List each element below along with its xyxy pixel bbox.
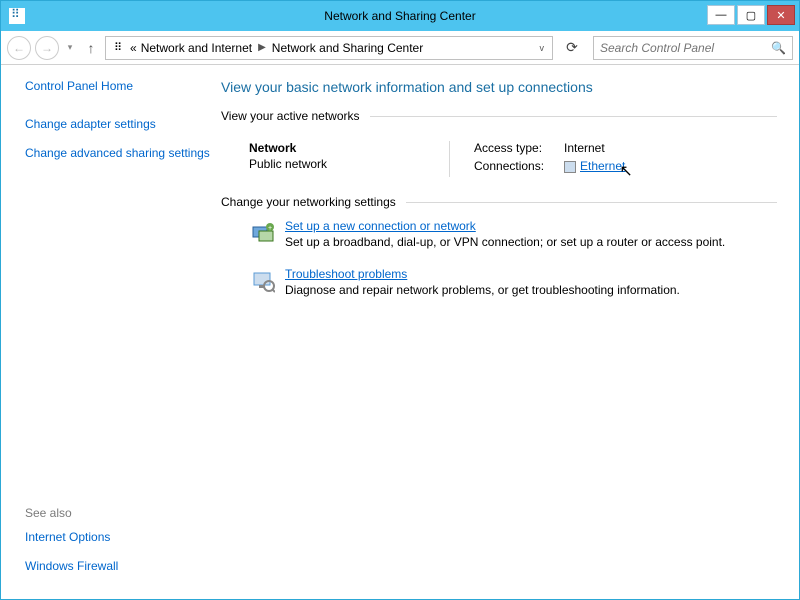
breadcrumb-prefix: « [130, 41, 137, 55]
divider [370, 116, 777, 117]
address-bar[interactable]: ⠿ « Network and Internet ▶ Network and S… [105, 36, 553, 60]
sidebar-seealso-internet-options[interactable]: Internet Options [25, 530, 211, 546]
up-button[interactable]: ↑ [81, 38, 101, 58]
settings-item-desc: Set up a broadband, dial-up, or VPN conn… [285, 235, 725, 249]
location-icon: ⠿ [110, 40, 126, 56]
svg-text:+: + [268, 225, 272, 232]
network-identity: Network Public network [249, 141, 449, 177]
search-box[interactable]: 🔍 [593, 36, 793, 60]
toolbar: ← → ▾ ↑ ⠿ « Network and Internet ▶ Netwo… [1, 31, 799, 65]
refresh-button[interactable]: ⟳ [561, 37, 583, 59]
body: Control Panel Home Change adapter settin… [1, 65, 799, 599]
sidebar-home[interactable]: Control Panel Home [25, 79, 211, 95]
titlebar[interactable]: Network and Sharing Center — ▢ ✕ [1, 1, 799, 31]
new-connection-icon: + [249, 219, 277, 247]
close-button[interactable]: ✕ [767, 5, 795, 25]
settings-item-desc: Diagnose and repair network problems, or… [285, 283, 680, 297]
connections-label: Connections: [474, 159, 564, 173]
window-frame: Network and Sharing Center — ▢ ✕ ← → ▾ ↑… [0, 0, 800, 600]
forward-button[interactable]: → [35, 36, 59, 60]
app-icon [9, 8, 25, 24]
back-button[interactable]: ← [7, 36, 31, 60]
page-heading: View your basic network information and … [221, 79, 777, 95]
troubleshoot-icon [249, 267, 277, 295]
access-type-value: Internet [564, 141, 605, 155]
minimize-button[interactable]: — [707, 5, 735, 25]
history-dropdown[interactable]: ▾ [63, 36, 77, 60]
sidebar: Control Panel Home Change adapter settin… [1, 65, 211, 599]
active-networks-label: View your active networks [221, 109, 360, 123]
network-details: Access type: Internet Connections: Ether… [449, 141, 777, 177]
search-icon[interactable]: 🔍 [771, 41, 786, 55]
network-name: Network [249, 141, 449, 155]
settings-list: + Set up a new connection or network Set… [221, 219, 777, 297]
active-network-row: Network Public network Access type: Inte… [221, 133, 777, 195]
settings-item-troubleshoot[interactable]: Troubleshoot problems Diagnose and repai… [249, 267, 777, 297]
window-title: Network and Sharing Center [324, 9, 475, 23]
window-controls: — ▢ ✕ [707, 5, 799, 27]
main-panel: View your basic network information and … [211, 65, 799, 599]
change-settings-label: Change your networking settings [221, 195, 396, 209]
breadcrumb-current[interactable]: Network and Sharing Center [272, 41, 423, 55]
ethernet-icon [564, 161, 576, 173]
sidebar-link-adapter[interactable]: Change adapter settings [25, 117, 211, 133]
active-networks-header: View your active networks [221, 109, 777, 123]
maximize-button[interactable]: ▢ [737, 5, 765, 25]
breadcrumb-parent[interactable]: Network and Internet [141, 41, 252, 55]
sidebar-link-advanced[interactable]: Change advanced sharing settings [25, 146, 211, 162]
settings-item-title[interactable]: Set up a new connection or network [285, 219, 725, 233]
network-type: Public network [249, 157, 449, 171]
divider [406, 202, 777, 203]
access-type-label: Access type: [474, 141, 564, 155]
breadcrumb-separator-icon: ▶ [256, 42, 268, 53]
change-settings-header: Change your networking settings [221, 195, 777, 209]
address-dropdown-icon[interactable]: v [536, 43, 549, 53]
settings-item-new-connection[interactable]: + Set up a new connection or network Set… [249, 219, 777, 249]
settings-item-title[interactable]: Troubleshoot problems [285, 267, 680, 281]
sidebar-seealso-firewall[interactable]: Windows Firewall [25, 559, 211, 575]
seealso-label: See also [25, 506, 211, 520]
search-input[interactable] [600, 41, 771, 55]
